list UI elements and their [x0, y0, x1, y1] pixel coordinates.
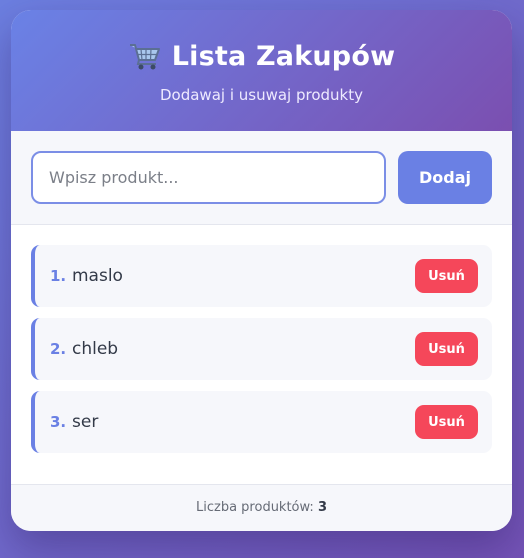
product-count-label: Liczba produktów:: [196, 500, 318, 515]
item-number: 1.: [50, 267, 67, 285]
remove-button[interactable]: Usuń: [415, 259, 478, 293]
remove-button[interactable]: Usuń: [415, 405, 478, 439]
list-item: 2. chleb Usuń: [31, 318, 492, 380]
item-number: 3.: [50, 413, 67, 431]
title-row: Lista Zakupów: [11, 39, 512, 73]
list-item: 1. maslo Usuń: [31, 245, 492, 307]
product-count-value: 3: [317, 500, 327, 515]
page-subtitle: Dodawaj i usuwaj produkty: [159, 86, 363, 104]
item-name: ser: [72, 412, 99, 432]
header: Lista Zakupów Dodawaj i usuwaj produkty: [11, 10, 512, 131]
remove-button[interactable]: Usuń: [415, 332, 478, 366]
add-button[interactable]: Dodaj: [398, 151, 492, 204]
item-name: chleb: [72, 339, 119, 359]
product-input-wrapper: [31, 151, 386, 204]
product-input[interactable]: [49, 168, 384, 187]
item-number: 2.: [50, 340, 67, 358]
shopping-list-card: Lista Zakupów Dodawaj i usuwaj produkty …: [11, 10, 512, 531]
page-title: Lista Zakupów: [171, 40, 396, 72]
list-item: 3. ser Usuń: [31, 391, 492, 453]
product-count-footer: Liczba produktów: 3: [11, 484, 512, 531]
item-name: maslo: [72, 266, 123, 286]
add-product-section: Dodaj: [11, 131, 512, 225]
product-list: 1. maslo Usuń 2. chleb Usuń 3. ser Usuń: [11, 225, 512, 484]
shopping-cart-icon: [128, 41, 162, 71]
